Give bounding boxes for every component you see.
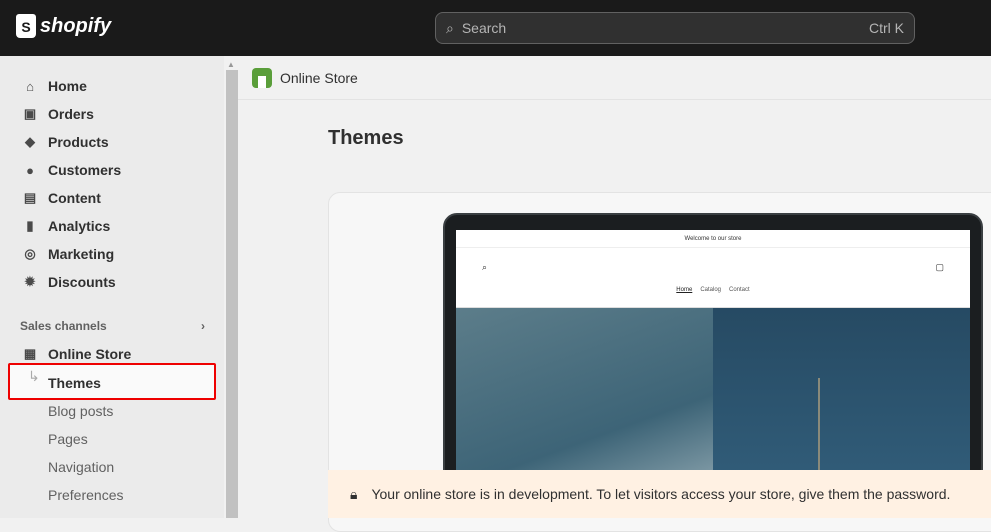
brand-name: shopify — [40, 14, 112, 37]
label: Marketing — [48, 246, 115, 262]
top-bar: Sshopify ⌕ Search Ctrl K — [0, 0, 991, 56]
search-input[interactable]: ⌕ Search Ctrl K — [435, 12, 915, 44]
breadcrumb: Online Store — [238, 56, 991, 100]
sidebar-scrollbar[interactable]: ▲ — [224, 56, 238, 518]
sidebar-item-blog-posts[interactable]: Blog posts — [48, 403, 113, 419]
inbox-icon: ▣ — [23, 106, 37, 121]
label: Discounts — [48, 274, 116, 290]
shopping-bag-icon: S — [16, 14, 36, 38]
label: Customers — [48, 162, 122, 178]
label: Sales channels — [20, 319, 107, 333]
image-icon: ▤ — [23, 190, 37, 205]
sidebar-item-customers[interactable]: ● Customers — [22, 162, 121, 178]
discount-icon: ✹ — [24, 274, 36, 289]
tag-icon: ◆ — [25, 134, 35, 149]
main-content: Online Store Themes Welcome to our store… — [238, 56, 991, 532]
sidebar-item-themes[interactable]: Themes — [48, 375, 101, 391]
sidebar-item-home[interactable]: ⌂ Home — [22, 78, 87, 94]
online-store-icon — [252, 67, 272, 88]
preview-header: ⌕ ▢ Home Catalog Contact — [456, 248, 970, 308]
sidebar-item-discounts[interactable]: ✹ Discounts — [22, 274, 116, 290]
preview-link-catalog: Catalog — [700, 287, 721, 293]
lock-icon: 🔒︎ — [350, 485, 358, 502]
sidebar-item-navigation[interactable]: Navigation — [48, 459, 114, 475]
sidebar: ⌂ Home ▣ Orders ◆ Products ● Customers ▤ Cont… — [0, 56, 224, 518]
sidebar-item-online-store[interactable]: ▦ Online Store — [22, 346, 131, 362]
label: Home — [48, 78, 87, 94]
label: Content — [48, 190, 101, 206]
preview-nav: Home Catalog Contact — [456, 287, 970, 293]
bar-chart-icon: ▮ — [26, 218, 34, 233]
page-title: Themes — [328, 127, 404, 149]
development-banner: 🔒︎ Your online store is in development. T… — [328, 470, 991, 518]
sidebar-item-content[interactable]: ▤ Content — [22, 190, 101, 206]
label: Products — [48, 134, 109, 150]
sidebar-item-analytics[interactable]: ▮ Analytics — [22, 218, 110, 234]
scrollbar-thumb[interactable] — [226, 70, 238, 518]
preview-link-home: Home — [676, 287, 693, 293]
search-icon: ⌕ — [446, 19, 454, 36]
label: Online Store — [48, 346, 132, 362]
sidebar-item-pages[interactable]: Pages — [48, 431, 88, 447]
store-icon: ▦ — [23, 346, 37, 361]
sidebar-item-orders[interactable]: ▣ Orders — [22, 106, 94, 122]
scroll-up-icon[interactable]: ▲ — [227, 60, 235, 69]
target-icon: ◎ — [24, 246, 36, 261]
shopify-logo[interactable]: Sshopify — [16, 14, 111, 38]
label: Orders — [48, 106, 94, 122]
home-icon: ⌂ — [26, 78, 34, 94]
announcement-bar: Welcome to our store — [456, 230, 970, 248]
tree-connector-icon: ↳ — [28, 368, 40, 384]
banner-text: Your online store is in development. To … — [371, 486, 951, 502]
label: Analytics — [48, 218, 111, 234]
cart-icon: ▢ — [935, 262, 944, 272]
search-placeholder: Search — [461, 20, 507, 36]
sidebar-item-marketing[interactable]: ◎ Marketing — [22, 246, 114, 262]
sales-channels-header[interactable]: Sales channels › — [20, 319, 205, 333]
laptop-preview: Welcome to our store ⌕ ▢ Home Catalog Cont… — [443, 213, 983, 515]
search-shortcut: Ctrl K — [869, 20, 904, 36]
preview-link-contact: Contact — [729, 287, 750, 293]
breadcrumb-label[interactable]: Online Store — [280, 70, 358, 86]
search-icon: ⌕ — [482, 262, 488, 272]
person-icon: ● — [26, 162, 34, 178]
chevron-right-icon: › — [201, 319, 205, 333]
sidebar-item-preferences[interactable]: Preferences — [48, 487, 123, 503]
sidebar-item-products[interactable]: ◆ Products — [22, 134, 109, 150]
